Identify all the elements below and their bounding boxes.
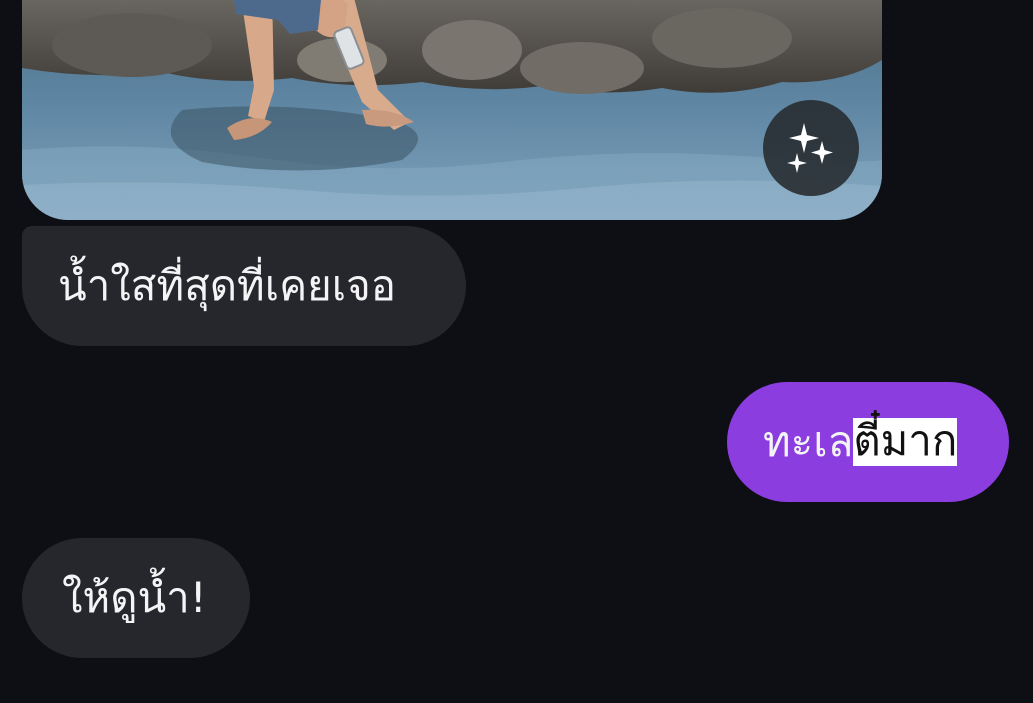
ai-sparkles-button[interactable] <box>763 100 859 196</box>
message-text: ให้ดูน้ำ! <box>62 573 207 622</box>
sparkles-icon <box>787 123 833 173</box>
photo-image <box>22 0 882 220</box>
outgoing-message-bubble[interactable]: ทะเล ตี๋มาก <box>727 382 1009 502</box>
selected-text[interactable]: ตี๋มาก <box>853 418 958 466</box>
photo-message[interactable] <box>22 0 882 220</box>
message-text: น้ำใสที่สุดที่เคยเจอ <box>58 261 396 310</box>
incoming-message-bubble[interactable]: ให้ดูน้ำ! <box>22 538 250 658</box>
incoming-message-bubble[interactable]: น้ำใสที่สุดที่เคยเจอ <box>22 226 466 346</box>
chat-thread: น้ำใสที่สุดที่เคยเจอ ทะเล ตี๋มาก ให้ดูน้ำ… <box>0 0 1033 703</box>
message-text: ทะเล <box>763 417 854 466</box>
